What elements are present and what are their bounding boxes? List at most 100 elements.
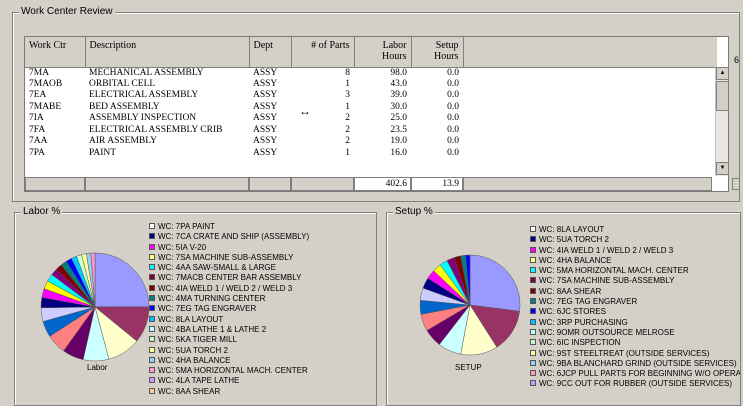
table-row[interactable]: 7MA MECHANICAL ASSEMBLY ASSY 8 98.0 0.0 [25, 67, 717, 79]
description-cell: ORBITAL CELL [89, 78, 156, 89]
totals-cell-7 [463, 177, 712, 191]
legend-swatch [530, 246, 536, 253]
work-ctr-cell: 7EA [29, 90, 47, 101]
legend-item: WC: 5MA HORIZONTAL MACH. CENTER [530, 266, 740, 276]
totals-cell-3 [249, 177, 291, 191]
table-row[interactable]: 7FA ELECTRICAL ASSEMBLY CRIB ASSY 2 23.5 0.0 [25, 125, 717, 137]
work-ctr-cell: 7MAOB [29, 78, 63, 89]
legend-item: WC: 7PA PAINT [149, 222, 371, 232]
labor-hours-cell: 16.0 [390, 147, 407, 158]
labor-hours-cell: 39.0 [390, 90, 407, 101]
legend-label: WC: 5MA HORIZONTAL MACH. CENTER [539, 266, 689, 276]
legend-swatch [149, 336, 155, 343]
description-cell: AIR ASSEMBLY [89, 136, 157, 147]
legend-label: WC: 5IA V-20 [158, 242, 207, 252]
legend-swatch [149, 264, 155, 271]
legend-label: WC: 4HA BALANCE [158, 355, 231, 365]
header-description[interactable]: Description [85, 37, 250, 68]
header-work-ctr[interactable]: Work Ctr [25, 37, 86, 68]
setup-hours-cell: 0.0 [447, 136, 459, 147]
header-setup-line1: Setup [435, 40, 459, 51]
table-row[interactable]: 7MABE BED ASSEMBLY ASSY 1 30.0 0.0 [25, 102, 717, 114]
dept-cell: ASSY [253, 113, 278, 124]
header-labor-line2: Hours [382, 51, 407, 62]
legend-label: WC: 7SA MACHINE SUB-ASSEMBLY [539, 276, 675, 286]
legend-item: WC: 4IA WELD 1 / WELD 2 / WELD 3 [149, 284, 371, 294]
legend-item: WC: 9BA BLANCHARD GRIND (OUTSIDE SERVICE… [530, 359, 740, 369]
num-parts-cell: 2 [345, 124, 350, 135]
pie-slice [94, 252, 150, 308]
legend-item: WC: 9OMR OUTSOURCE MELROSE [530, 328, 740, 338]
legend-swatch [530, 339, 536, 346]
header-labor-hours[interactable]: Labor Hours [354, 37, 412, 68]
labor-hours-cell: 98.0 [390, 67, 407, 78]
header-setup-hours[interactable]: Setup Hours [411, 37, 464, 68]
grid-vertical-scrollbar[interactable]: ▲ ▼ [715, 67, 729, 176]
header-num-parts[interactable]: # of Parts [291, 37, 355, 68]
blank-cell [463, 136, 717, 148]
legend-swatch [149, 387, 155, 394]
legend-swatch [149, 243, 155, 250]
scroll-thumb[interactable] [716, 81, 729, 111]
edge-glyph: 6 [734, 55, 740, 65]
work-ctr-cell: 7IA [29, 113, 44, 124]
header-setup-line2: Hours [434, 51, 459, 62]
blank-cell [463, 125, 717, 137]
legend-label: WC: 7PA PAINT [158, 222, 216, 231]
header-blank [463, 37, 717, 68]
legend-item: WC: 5MA HORIZONTAL MACH. CENTER [149, 366, 371, 376]
table-row[interactable]: 7MAOB ORBITAL CELL ASSY 1 43.0 0.0 [25, 79, 717, 91]
table-row[interactable]: 7EA ELECTRICAL ASSEMBLY ASSY 3 39.0 0.0 [25, 90, 717, 102]
legend-label: WC: 9BA BLANCHARD GRIND (OUTSIDE SERVICE… [539, 358, 737, 368]
legend-swatch [149, 346, 155, 353]
legend-swatch [530, 308, 536, 315]
setup-pie-slices [419, 254, 521, 356]
legend-swatch [149, 305, 155, 312]
table-row[interactable]: 7AA AIR ASSEMBLY ASSY 2 19.0 0.0 [25, 136, 717, 148]
totals-cell-2 [85, 177, 249, 191]
legend-label: WC: 8LA LAYOUT [539, 225, 605, 234]
table-row[interactable]: 7IA ASSEMBLY INSPECTION ASSY 2 25.0 0.0 [25, 113, 717, 125]
legend-item: WC: 7SA MACHINE SUB-ASSEMBLY [149, 253, 371, 263]
header-dept[interactable]: Dept [249, 37, 292, 68]
legend-label: WC: 6IC INSPECTION [539, 338, 621, 348]
num-parts-cell: 2 [345, 136, 350, 147]
legend-swatch [530, 298, 536, 305]
legend-item: WC: 9CC OUT FOR RUBBER (OUTSIDE SERVICES… [530, 379, 740, 389]
legend-label: WC: 7EG TAG ENGRAVER [158, 304, 257, 314]
legend-item: WC: 8AA SHEAR [530, 287, 740, 297]
legend-item: WC: 4HA BALANCE [530, 256, 740, 266]
setup-hours-cell: 0.0 [447, 90, 459, 101]
window-edge-control[interactable] [732, 178, 740, 190]
legend-item: WC: 8AA SHEAR [149, 387, 371, 397]
legend-item: WC: 8LA LAYOUT [149, 315, 371, 325]
legend-item: WC: 4HA BALANCE [149, 356, 371, 366]
dept-cell: ASSY [253, 101, 278, 112]
setup-pie-chart [419, 254, 521, 356]
legend-swatch [530, 349, 536, 356]
work-center-grid[interactable]: Work Ctr Description Dept # of Parts Lab… [24, 36, 729, 192]
work-ctr-cell: 7PA [29, 147, 46, 158]
scroll-down-icon[interactable]: ▼ [716, 162, 729, 175]
legend-swatch [530, 370, 536, 377]
scroll-up-icon[interactable]: ▲ [716, 67, 729, 80]
description-cell: ELECTRICAL ASSEMBLY CRIB [89, 124, 223, 135]
legend-label: WC: 4IA WELD 1 / WELD 2 / WELD 3 [539, 245, 674, 255]
description-cell: MECHANICAL ASSEMBLY [89, 67, 204, 78]
legend-item: WC: 9ST STEELTREAT (OUTSIDE SERVICES) [530, 349, 740, 359]
legend-label: WC: 9OMR OUTSOURCE MELROSE [539, 327, 675, 337]
legend-label: WC: 7MACB CENTER BAR ASSEMBLY [158, 273, 302, 283]
labor-pie-label: Labor [87, 363, 108, 372]
labor-pie-chart [40, 252, 150, 362]
labor-hours-cell: 43.0 [390, 78, 407, 89]
labor-hours-cell: 30.0 [390, 101, 407, 112]
table-row[interactable]: 7PA PAINT ASSY 1 16.0 0.0 [25, 148, 717, 160]
legend-label: WC: 7EG TAG ENGRAVER [539, 297, 638, 307]
legend-swatch [530, 226, 536, 232]
legend-label: WC: 9ST STEELTREAT (OUTSIDE SERVICES) [539, 348, 710, 358]
grid-header-row: Work Ctr Description Dept # of Parts Lab… [25, 37, 717, 68]
legend-item: WC: 7CA CRATE AND SHIP (ASSEMBLY) [149, 232, 371, 242]
labor-legend: WC: 7PA PAINT WC: 7CA CRATE AND SHIP (ASS… [149, 222, 371, 397]
legend-label: WC: 7SA MACHINE SUB-ASSEMBLY [158, 252, 294, 262]
legend-swatch [149, 253, 155, 260]
